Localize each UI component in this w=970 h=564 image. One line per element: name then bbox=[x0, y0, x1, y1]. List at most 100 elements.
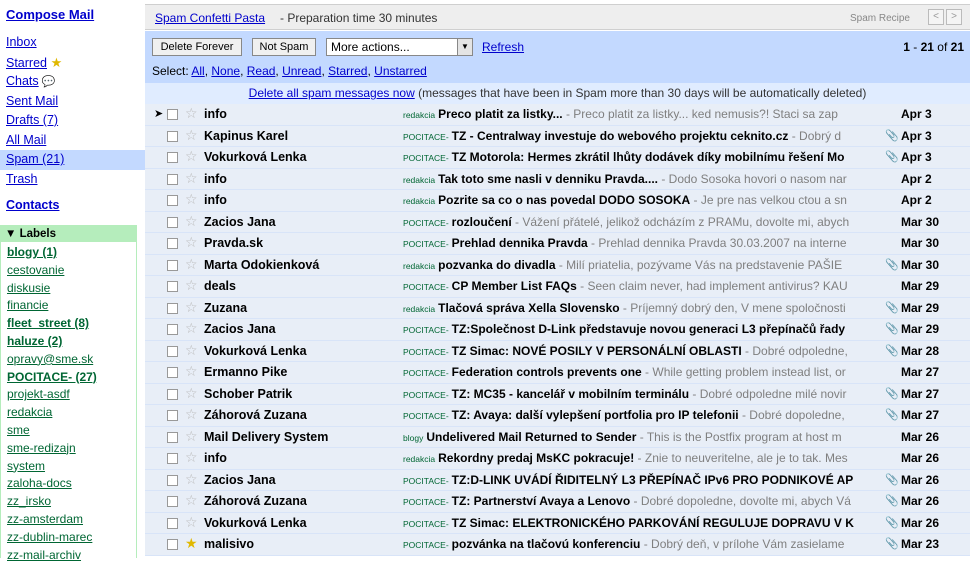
star-icon[interactable]: ☆ bbox=[185, 427, 198, 447]
nav-item-label[interactable]: Inbox bbox=[6, 35, 37, 49]
compose-mail-link[interactable]: Compose Mail bbox=[6, 7, 94, 22]
label-item[interactable]: zaloha-docs bbox=[7, 475, 136, 493]
label-link[interactable]: blogy (1) bbox=[7, 245, 57, 259]
label-link[interactable]: projekt-asdf bbox=[7, 387, 70, 401]
label-link[interactable]: zz-dublin-marec bbox=[7, 530, 92, 544]
message-row[interactable]: ☆ info redakcia Tak toto sme nasli v dennik… bbox=[145, 168, 970, 190]
label-item[interactable]: zz_irsko bbox=[7, 493, 136, 511]
nav-item-label[interactable]: All Mail bbox=[6, 133, 46, 147]
message-checkbox[interactable] bbox=[167, 496, 178, 507]
label-link[interactable]: zz-mail-archiv bbox=[7, 548, 81, 562]
star-icon[interactable]: ☆ bbox=[185, 319, 198, 339]
more-actions-dropdown[interactable]: More actions... ▼ bbox=[326, 38, 473, 56]
star-icon[interactable]: ☆ bbox=[185, 147, 198, 167]
not-spam-button[interactable]: Not Spam bbox=[252, 38, 316, 56]
message-row[interactable]: ★ malisivo POCITACE-pozvánka na tlačovú ko… bbox=[145, 534, 970, 556]
message-checkbox[interactable] bbox=[167, 345, 178, 357]
select-none-link[interactable]: None bbox=[211, 64, 240, 78]
message-checkbox[interactable] bbox=[167, 324, 178, 335]
contacts-link[interactable]: Contacts bbox=[6, 198, 59, 212]
label-item[interactable]: POCITACE- (27) bbox=[7, 369, 136, 387]
star-icon[interactable]: ☆ bbox=[185, 255, 198, 275]
message-row[interactable]: ☆ Zacios Jana POCITACE- TZ:D-LINK UVÁDÍ ŘID… bbox=[145, 469, 970, 491]
prev-recipe-button[interactable]: < bbox=[928, 9, 944, 25]
message-checkbox[interactable] bbox=[167, 259, 178, 271]
label-link[interactable]: POCITACE- (27) bbox=[7, 370, 97, 384]
message-checkbox[interactable] bbox=[167, 281, 178, 292]
label-link[interactable]: cestovanie bbox=[7, 263, 64, 277]
message-row[interactable]: ☆ Vokurková Lenka POCITACE- TZ Simac: NOVÉ … bbox=[145, 340, 970, 362]
select-starred-link[interactable]: Starred bbox=[328, 64, 367, 78]
spam-recipe-title-link[interactable]: Spam Confetti Pasta bbox=[155, 11, 265, 25]
label-item[interactable]: financie bbox=[7, 297, 136, 315]
star-icon[interactable]: ☆ bbox=[185, 341, 198, 361]
message-checkbox[interactable] bbox=[167, 109, 178, 120]
message-checkbox[interactable] bbox=[167, 302, 178, 314]
star-icon[interactable]: ☆ bbox=[185, 233, 198, 253]
nav-item-chats[interactable]: Chats 💬 bbox=[0, 72, 145, 92]
label-link[interactable]: sme bbox=[7, 423, 30, 437]
message-row[interactable]: ☆ Zacios Jana POCITACE- TZ:Společnost D-Lin… bbox=[145, 319, 970, 341]
message-checkbox[interactable] bbox=[167, 238, 178, 249]
message-checkbox[interactable] bbox=[167, 539, 178, 550]
star-icon[interactable]: ☆ bbox=[185, 384, 198, 404]
nav-item-label[interactable]: Chats bbox=[6, 74, 39, 88]
label-item[interactable]: redakcia bbox=[7, 404, 136, 422]
label-item[interactable]: zz-amsterdam bbox=[7, 511, 136, 529]
refresh-link[interactable]: Refresh bbox=[482, 40, 524, 54]
label-item[interactable]: system bbox=[7, 458, 136, 476]
label-item[interactable]: sme bbox=[7, 422, 136, 440]
label-link[interactable]: opravy@sme.sk bbox=[7, 352, 93, 366]
select-all-link[interactable]: All bbox=[191, 64, 204, 78]
star-icon[interactable]: ☆ bbox=[185, 169, 198, 189]
message-row[interactable]: ☆ Schober Patrik POCITACE- TZ: MC35 - kance… bbox=[145, 383, 970, 405]
label-link[interactable]: system bbox=[7, 459, 45, 473]
label-link[interactable]: fleet_street (8) bbox=[7, 316, 89, 330]
delete-forever-button[interactable]: Delete Forever bbox=[152, 38, 242, 56]
message-checkbox[interactable] bbox=[167, 195, 178, 206]
message-row[interactable]: ☆ deals POCITACE- CP Member List FAQs - See… bbox=[145, 276, 970, 298]
message-row[interactable]: ☆ Kapinus Karel POCITACE- TZ - Centralway i… bbox=[145, 125, 970, 147]
message-row[interactable]: ☆ Mail Delivery System blogy Undelivered Ma… bbox=[145, 426, 970, 448]
nav-item-sent-mail[interactable]: Sent Mail bbox=[0, 92, 145, 112]
label-link[interactable]: zz_irsko bbox=[7, 494, 51, 508]
message-row[interactable]: ☆ Pravda.sk POCITACE- Prehlad dennika Pravd… bbox=[145, 233, 970, 255]
star-icon[interactable]: ☆ bbox=[185, 362, 198, 382]
star-icon[interactable]: ☆ bbox=[185, 104, 198, 124]
label-item[interactable]: zz-mail-archiv bbox=[7, 547, 136, 564]
message-row[interactable]: ☆ Zuzana redakcia Tlačová správa Xella Slov… bbox=[145, 297, 970, 319]
nav-item-spam[interactable]: Spam (21) bbox=[0, 150, 145, 170]
star-icon[interactable]: ☆ bbox=[185, 190, 198, 210]
nav-item-inbox[interactable]: Inbox bbox=[0, 33, 145, 53]
delete-all-spam-link[interactable]: Delete all spam messages now bbox=[249, 86, 415, 100]
label-item[interactable]: cestovanie bbox=[7, 262, 136, 280]
message-row[interactable]: ☆ Ermanno Pike POCITACE- Federation control… bbox=[145, 362, 970, 384]
star-icon[interactable]: ☆ bbox=[185, 212, 198, 232]
label-link[interactable]: sme-redizajn bbox=[7, 441, 76, 455]
message-row[interactable]: ☆ Vokurková Lenka POCITACE- TZ Simac: ELEKT… bbox=[145, 512, 970, 534]
label-link[interactable]: haluze (2) bbox=[7, 334, 62, 348]
message-row[interactable]: ☆ info redakcia Rekordny predaj MsKC pokrac… bbox=[145, 448, 970, 470]
message-checkbox[interactable] bbox=[167, 216, 178, 228]
message-checkbox[interactable] bbox=[167, 388, 178, 400]
message-checkbox[interactable] bbox=[167, 474, 178, 486]
nav-item-label[interactable]: Drafts (7) bbox=[6, 113, 58, 127]
star-icon[interactable]: ☆ bbox=[185, 448, 198, 468]
label-item[interactable]: haluze (2) bbox=[7, 333, 136, 351]
star-icon[interactable]: ☆ bbox=[185, 470, 198, 490]
message-checkbox[interactable] bbox=[167, 130, 178, 142]
message-row[interactable]: ☆ Zacios Jana POCITACE-rozloučení - Vážení… bbox=[145, 211, 970, 233]
message-checkbox[interactable] bbox=[167, 410, 178, 421]
star-icon[interactable]: ☆ bbox=[185, 491, 198, 511]
message-row[interactable]: ☆ info redakcia Pozrite sa co o nas povedal… bbox=[145, 190, 970, 212]
label-item[interactable]: opravy@sme.sk bbox=[7, 351, 136, 369]
message-row[interactable]: ☆ Záhorová Zuzana POCITACE- TZ: Partnerství… bbox=[145, 491, 970, 513]
label-item[interactable]: sme-redizajn bbox=[7, 440, 136, 458]
label-item[interactable]: zz-dublin-marec bbox=[7, 529, 136, 547]
message-checkbox[interactable] bbox=[167, 367, 178, 378]
label-link[interactable]: zz-amsterdam bbox=[7, 512, 83, 526]
message-row[interactable]: ☆ Vokurková Lenka POCITACE- TZ Motorola: He… bbox=[145, 147, 970, 169]
label-item[interactable]: fleet_street (8) bbox=[7, 315, 136, 333]
label-item[interactable]: diskusie bbox=[7, 280, 136, 298]
label-link[interactable]: zaloha-docs bbox=[7, 476, 72, 490]
